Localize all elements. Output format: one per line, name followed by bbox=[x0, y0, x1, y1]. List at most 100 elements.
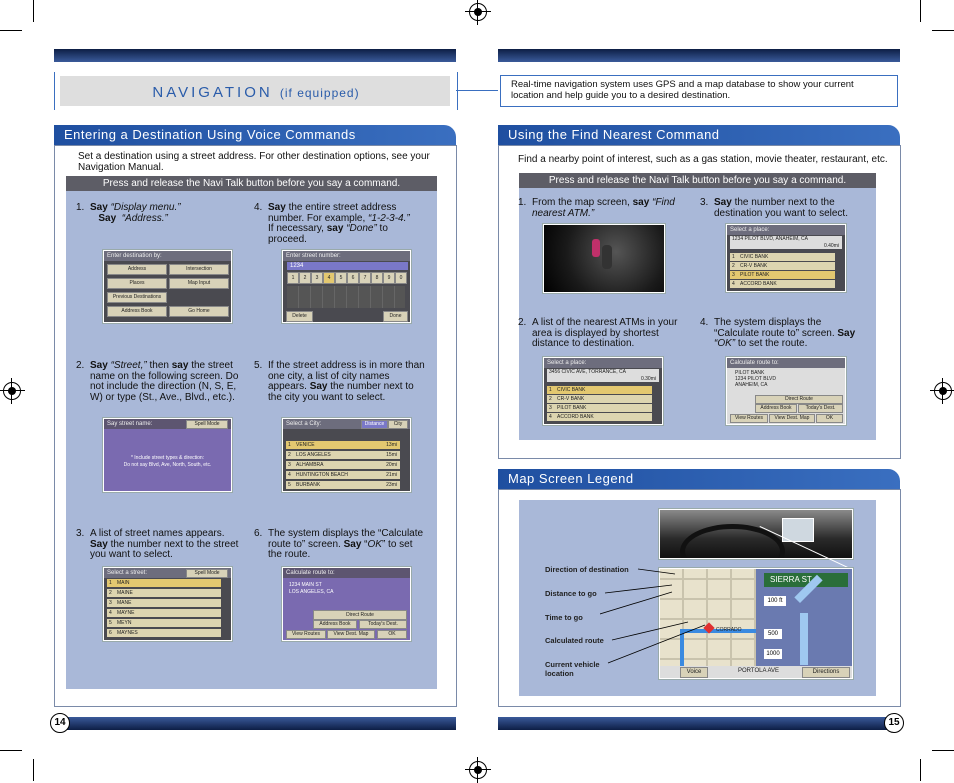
find-step-4: 4. The system displays the “Calculate rou… bbox=[700, 317, 856, 349]
find-step-1: 1. From the map screen, say “Find nearest… bbox=[518, 197, 675, 219]
menu-go-home: Go Home bbox=[169, 306, 229, 317]
step-2: 2. Say “Street,” then say the street name… bbox=[76, 360, 239, 403]
section-heading-legend: Map Screen Legend bbox=[498, 469, 900, 489]
direct-route: Direct Route bbox=[313, 610, 407, 620]
menu-places: Places bbox=[107, 278, 167, 289]
step-number: 5. bbox=[254, 360, 263, 371]
key-1: 1 bbox=[287, 272, 299, 284]
keypad-blank bbox=[287, 286, 405, 308]
title-frame: NAVIGATION (if equipped) bbox=[54, 72, 458, 110]
keypad: 1234567890 bbox=[287, 272, 407, 284]
top-bar-right bbox=[498, 49, 900, 62]
steering-wheel-icon bbox=[680, 524, 785, 558]
section-heading-voice: Entering a Destination Using Voice Comma… bbox=[54, 125, 456, 145]
legend-route: Calculated route bbox=[545, 636, 604, 645]
menu-address-book: Address Book bbox=[107, 306, 167, 317]
step-number: 1. bbox=[518, 197, 527, 208]
page-number-left: 14 bbox=[50, 713, 70, 733]
directions-button: Directions bbox=[802, 667, 850, 678]
road-label-bottom: PORTOLA AVE bbox=[738, 668, 780, 674]
distance-100ft: 100 ft bbox=[764, 596, 786, 606]
todays-dest-button: Today's Dest. bbox=[798, 404, 843, 413]
screen-say-street: Say street name: Spell Mode * Include st… bbox=[103, 418, 232, 492]
ok-button: OK bbox=[377, 630, 407, 639]
find-step-2: 2. A list of the nearest ATMs in your are… bbox=[518, 317, 678, 349]
direct-route: Direct Route bbox=[755, 395, 843, 404]
intro-box: Real-time navigation system uses GPS and… bbox=[500, 75, 898, 107]
key-6: 6 bbox=[347, 272, 359, 284]
legend-distance: Distance to go bbox=[545, 589, 597, 598]
done-button: Done bbox=[383, 311, 408, 322]
hint-text: * Include street types & direction: Do no… bbox=[123, 455, 212, 468]
list-item: 1 CIVIC BANK bbox=[547, 386, 652, 394]
crop-mark bbox=[33, 759, 34, 781]
step-number: 4. bbox=[254, 202, 263, 213]
scroll-button-icon bbox=[602, 245, 612, 269]
screen-title: Enter street number: bbox=[283, 251, 410, 261]
registration-mark bbox=[465, 0, 491, 25]
turn-arrow-stem bbox=[800, 613, 808, 665]
calc-address: 1234 MAIN ST LOS ANGELES, CA bbox=[289, 582, 334, 595]
spell-mode: Spell Mode bbox=[186, 420, 228, 429]
step-number: 6. bbox=[254, 528, 263, 539]
key-3: 3 bbox=[311, 272, 323, 284]
screen-select-place-2: Select a place: 3456 CIVIC AVE, TORRANCE… bbox=[543, 357, 663, 425]
screen-calc-route-left: Calculate route to: 1234 MAIN ST LOS ANGE… bbox=[282, 567, 411, 641]
step-4: 4. Say the entire street address number. … bbox=[254, 202, 410, 245]
key-8: 8 bbox=[371, 272, 383, 284]
distance-500: 500 bbox=[764, 629, 782, 639]
screen-select-place-3: Select a place: 1234 PILOT BLVD, ANAHEIM… bbox=[726, 224, 846, 292]
crop-mark bbox=[932, 750, 954, 751]
find-step-3: 3. Say the number next to the destination… bbox=[700, 197, 848, 219]
registration-mark bbox=[465, 757, 491, 783]
list-item: 4 ACCORD BANK bbox=[730, 280, 835, 288]
bottom-bar-left bbox=[54, 717, 456, 730]
screen-select-street: Select a street: Spell Mode 1 MAIN 2 MAINE 3… bbox=[103, 567, 232, 641]
crop-mark bbox=[920, 759, 921, 781]
screen-title: Select a place: bbox=[544, 358, 662, 368]
list-item: 2 MAINE bbox=[107, 589, 221, 597]
page-title: NAVIGATION (if equipped) bbox=[152, 84, 360, 101]
key-4: 4 bbox=[323, 272, 335, 284]
step-number: 2. bbox=[518, 317, 527, 328]
spell-mode: Spell Mode bbox=[186, 569, 228, 578]
top-bar-left bbox=[54, 49, 456, 62]
todays-dest-button: Today's Dest. bbox=[359, 620, 407, 629]
step-5: 5. If the street address is in more than … bbox=[254, 360, 425, 403]
view-routes-button: View Routes bbox=[730, 414, 768, 423]
legend-time: Time to go bbox=[545, 613, 583, 622]
address-book-button: Address Book bbox=[755, 404, 797, 413]
crop-mark bbox=[920, 0, 921, 22]
crop-mark bbox=[0, 750, 22, 751]
voice-intro: Set a destination using a street address… bbox=[78, 151, 430, 173]
connector-line bbox=[456, 90, 498, 91]
list-item: 4 ACCORD BANK bbox=[547, 413, 652, 421]
view-dest-map-button: View Dest. Map bbox=[327, 630, 375, 639]
key-0: 0 bbox=[395, 272, 407, 284]
list-item: 3 PILOT BANK bbox=[730, 271, 835, 279]
screen-title: Calculate route to: bbox=[283, 568, 410, 578]
view-dest-map-button: View Dest. Map bbox=[769, 414, 815, 423]
place-address: 1234 PILOT BLVD, ANAHEIM, CA 0.40mi bbox=[730, 236, 842, 249]
list-item: 1 CIVIC BANK bbox=[730, 253, 835, 261]
view-routes-button: View Routes bbox=[286, 630, 326, 639]
menu-previous: Previous Destinations bbox=[107, 292, 167, 303]
find-intro: Find a nearby point of interest, such as… bbox=[518, 154, 888, 165]
talk-button-icon bbox=[592, 239, 600, 257]
section-heading-find-nearest: Using the Find Nearest Command bbox=[498, 125, 900, 145]
bottom-bar-right bbox=[498, 717, 900, 730]
screen-street-number: Enter street number: 1234 1234567890 Del… bbox=[282, 250, 411, 323]
crop-mark bbox=[0, 30, 22, 31]
tab-distance: Distance bbox=[361, 420, 388, 429]
steering-talk-button-photo bbox=[543, 224, 665, 293]
list-item: 4 HUNTINGTON BEACH 21mi bbox=[286, 471, 400, 479]
legend-leader-lines bbox=[600, 568, 706, 664]
step-number: 3. bbox=[700, 197, 709, 208]
registration-mark bbox=[0, 378, 25, 404]
step-number: 4. bbox=[700, 317, 709, 328]
menu-map-input: Map Input bbox=[169, 278, 229, 289]
delete-button: Delete bbox=[286, 311, 313, 322]
list-item: 2 CR-V BANK bbox=[730, 262, 835, 270]
step-number: 1. bbox=[76, 202, 85, 213]
registration-mark bbox=[930, 378, 954, 404]
